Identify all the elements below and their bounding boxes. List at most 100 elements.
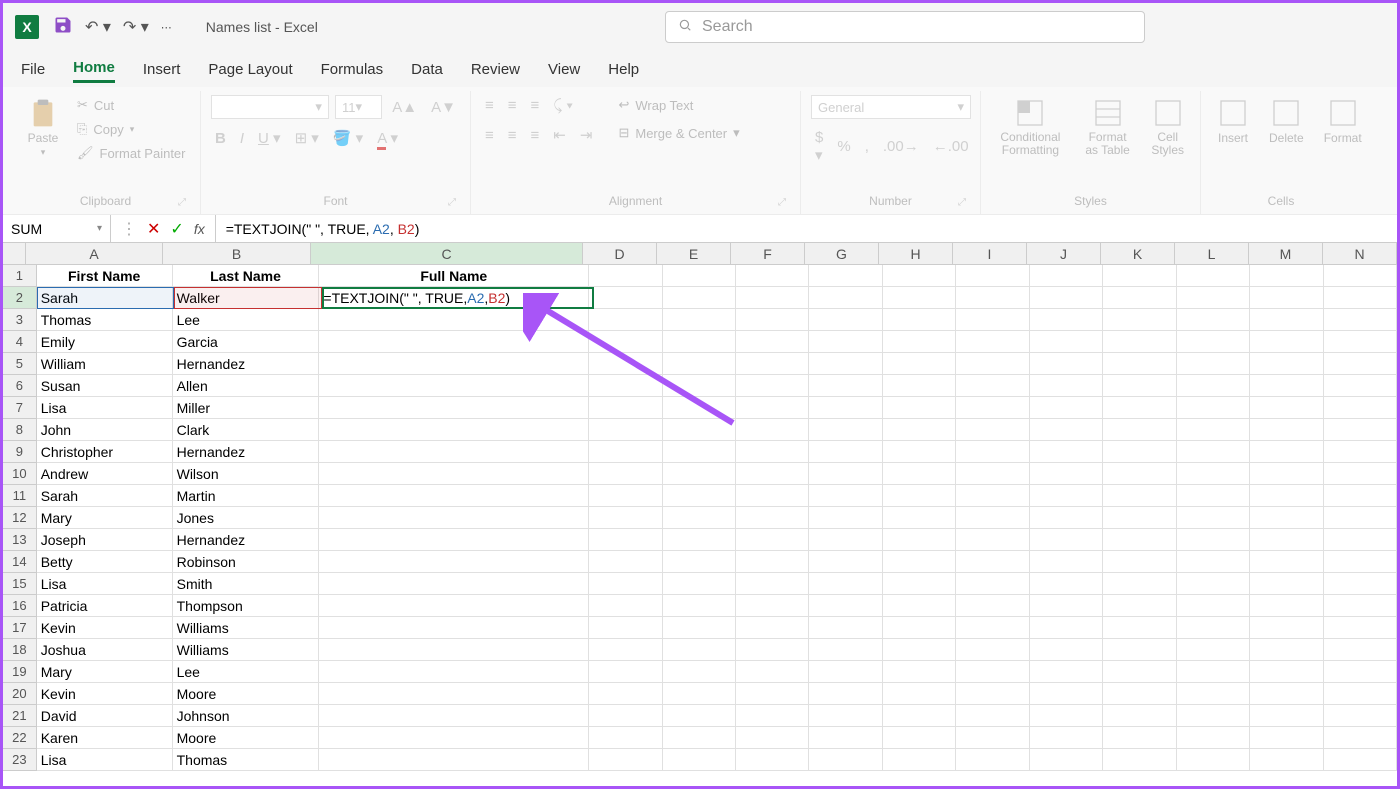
cell-D11[interactable] [589,485,662,507]
cell-I17[interactable] [956,617,1029,639]
cell-D2[interactable] [589,287,662,309]
cell-I14[interactable] [956,551,1029,573]
cell-B14[interactable]: Robinson [173,551,320,573]
cell-H3[interactable] [883,309,956,331]
row-header-8[interactable]: 8 [3,419,37,441]
cell-A7[interactable]: Lisa [37,397,173,419]
cell-N2[interactable] [1324,287,1397,309]
cell-C21[interactable] [319,705,589,727]
row-header-12[interactable]: 12 [3,507,37,529]
cell-J17[interactable] [1030,617,1103,639]
cell-I19[interactable] [956,661,1029,683]
cell-D8[interactable] [589,419,662,441]
cell-F17[interactable] [736,617,809,639]
cell-E11[interactable] [663,485,736,507]
cell-G18[interactable] [809,639,882,661]
cell-B7[interactable]: Miller [173,397,320,419]
cell-I23[interactable] [956,749,1029,771]
cell-L22[interactable] [1177,727,1250,749]
cell-I6[interactable] [956,375,1029,397]
cell-F1[interactable] [736,265,809,287]
cell-N12[interactable] [1324,507,1397,529]
cell-C19[interactable] [319,661,589,683]
cell-E21[interactable] [663,705,736,727]
row-header-23[interactable]: 23 [3,749,37,771]
cell-A9[interactable]: Christopher [37,441,173,463]
delete-cells-button[interactable]: Delete [1263,95,1310,190]
row-header-11[interactable]: 11 [3,485,37,507]
column-header-J[interactable]: J [1027,243,1101,264]
tab-page-layout[interactable]: Page Layout [208,57,292,82]
cell-styles-button[interactable]: Cell Styles [1145,95,1190,190]
row-header-20[interactable]: 20 [3,683,37,705]
cell-E17[interactable] [663,617,736,639]
row-header-22[interactable]: 22 [3,727,37,749]
cell-M13[interactable] [1250,529,1323,551]
cell-H13[interactable] [883,529,956,551]
cell-D16[interactable] [589,595,662,617]
cell-L14[interactable] [1177,551,1250,573]
cell-K21[interactable] [1103,705,1176,727]
cell-D20[interactable] [589,683,662,705]
cell-M23[interactable] [1250,749,1323,771]
cell-J1[interactable] [1030,265,1103,287]
row-header-13[interactable]: 13 [3,529,37,551]
cell-C15[interactable] [319,573,589,595]
cell-C22[interactable] [319,727,589,749]
cell-B13[interactable]: Hernandez [173,529,320,551]
cell-D19[interactable] [589,661,662,683]
cell-B22[interactable]: Moore [173,727,320,749]
merge-center-button[interactable]: ⊟Merge & Center ▾ [614,123,743,143]
cell-H15[interactable] [883,573,956,595]
cell-M3[interactable] [1250,309,1323,331]
cell-M11[interactable] [1250,485,1323,507]
cell-A20[interactable]: Kevin [37,683,173,705]
cell-D13[interactable] [589,529,662,551]
cell-I13[interactable] [956,529,1029,551]
tab-formulas[interactable]: Formulas [321,57,384,82]
cell-G13[interactable] [809,529,882,551]
cell-H8[interactable] [883,419,956,441]
cell-C17[interactable] [319,617,589,639]
cell-N8[interactable] [1324,419,1397,441]
cell-A18[interactable]: Joshua [37,639,173,661]
cell-I15[interactable] [956,573,1029,595]
cell-I16[interactable] [956,595,1029,617]
cell-D15[interactable] [589,573,662,595]
undo-icon[interactable]: ↶ ▾ [85,17,111,37]
increase-decimal-icon[interactable]: .00→ [879,136,923,157]
row-header-18[interactable]: 18 [3,639,37,661]
search-input[interactable]: Search [665,11,1145,43]
cell-E7[interactable] [663,397,736,419]
percent-icon[interactable]: % [833,136,854,157]
cell-G7[interactable] [809,397,882,419]
cell-B20[interactable]: Moore [173,683,320,705]
cell-E4[interactable] [663,331,736,353]
cell-G22[interactable] [809,727,882,749]
cell-B11[interactable]: Martin [173,485,320,507]
cell-L4[interactable] [1177,331,1250,353]
cell-J5[interactable] [1030,353,1103,375]
wrap-text-button[interactable]: ↩Wrap Text [614,95,743,115]
cell-K10[interactable] [1103,463,1176,485]
qat-customize-icon[interactable]: ⋯ [161,21,172,34]
row-header-17[interactable]: 17 [3,617,37,639]
increase-indent-icon[interactable]: ⇥ [576,124,597,146]
cell-E13[interactable] [663,529,736,551]
cell-C2[interactable]: =TEXTJOIN(" ", TRUE, A2, B2) [319,287,589,309]
cell-E8[interactable] [663,419,736,441]
cell-D23[interactable] [589,749,662,771]
font-launcher-icon[interactable]: ⤢ [448,197,456,208]
cell-I2[interactable] [956,287,1029,309]
cell-A22[interactable]: Karen [37,727,173,749]
cell-K4[interactable] [1103,331,1176,353]
cell-N17[interactable] [1324,617,1397,639]
column-header-B[interactable]: B [163,243,311,264]
cell-J8[interactable] [1030,419,1103,441]
cell-E10[interactable] [663,463,736,485]
cell-F20[interactable] [736,683,809,705]
cell-C10[interactable] [319,463,589,485]
cell-L13[interactable] [1177,529,1250,551]
cell-E2[interactable] [663,287,736,309]
align-left-icon[interactable]: ≡ [481,125,498,146]
